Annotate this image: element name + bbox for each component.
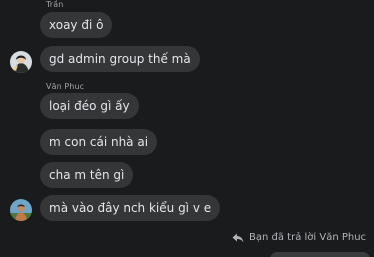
message-bubble[interactable]: cha m tên gì [40, 162, 134, 188]
message-bubble[interactable]: m con cái nhà ai [40, 129, 158, 155]
sender-name: Văn Phuc [46, 82, 85, 91]
replied-message-preview[interactable] [270, 252, 370, 257]
reply-arrow-icon [232, 233, 244, 242]
message-bubble[interactable]: loại đéo gì ấy [40, 93, 139, 119]
message-bubble[interactable]: mà vào đây nch kiểu gì v e [40, 195, 221, 221]
reply-label: Bạn đã trả lời Văn Phuc [249, 232, 367, 243]
sender-name: Trần [46, 0, 64, 9]
message-bubble[interactable]: xoay đi ô [40, 12, 113, 38]
user-avatar[interactable] [10, 199, 32, 221]
message-bubble[interactable]: gd admin group thế mà [40, 46, 200, 72]
reply-indicator: Bạn đã trả lời Văn Phuc [232, 232, 366, 243]
chat-thread: Trần xoay đi ô gd admin group thế mà Văn… [0, 0, 374, 257]
user-avatar[interactable] [10, 51, 32, 73]
